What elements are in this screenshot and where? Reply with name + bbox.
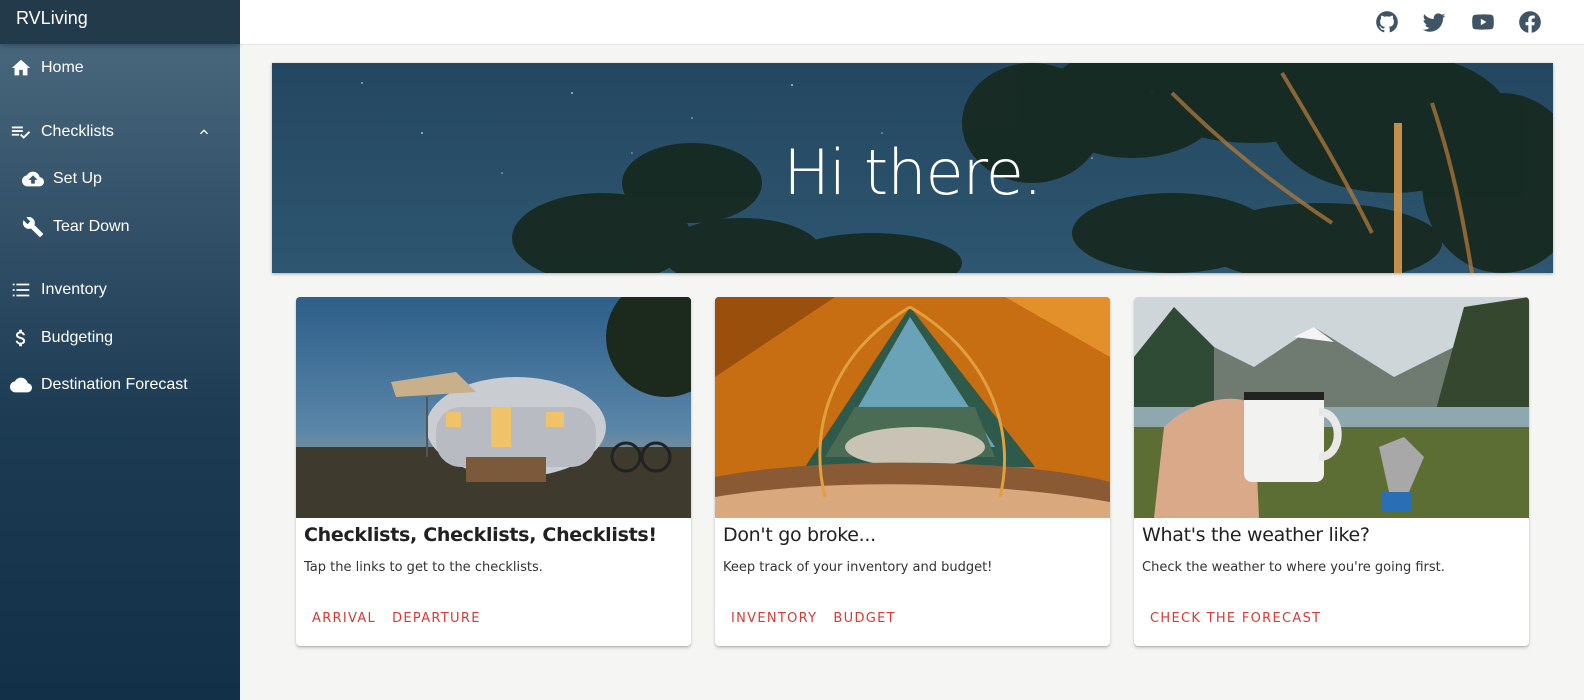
- cloud-upload-icon: [21, 167, 45, 191]
- sidebar-item-inventory[interactable]: Inventory: [0, 270, 240, 310]
- sidebar: RVLiving Home Checklists Set Up Tear Dow…: [0, 0, 240, 700]
- sidebar-item-destination-forecast[interactable]: Destination Forecast: [0, 365, 240, 405]
- sidebar-item-label: Checklists: [41, 123, 114, 140]
- card-title: What's the weather like?: [1142, 524, 1370, 546]
- card-actions: ARRIVAL DEPARTURE: [304, 605, 489, 632]
- youtube-icon[interactable]: [1469, 8, 1497, 36]
- mountain-coffee-image: [1134, 297, 1529, 518]
- sidebar-item-set-up[interactable]: Set Up: [0, 159, 240, 199]
- github-icon[interactable]: [1373, 8, 1401, 36]
- playlist-check-icon: [9, 120, 33, 144]
- twitter-icon[interactable]: [1420, 8, 1448, 36]
- list-icon: [9, 278, 33, 302]
- card-actions: INVENTORY BUDGET: [723, 605, 904, 632]
- card-text: Check the weather to where you're going …: [1142, 560, 1445, 575]
- chevron-up-icon[interactable]: [196, 124, 212, 140]
- cloud-icon: [9, 373, 33, 397]
- camper-trailer-image: [296, 297, 691, 518]
- card-actions: CHECK THE FORECAST: [1142, 605, 1329, 632]
- sidebar-item-label: Budgeting: [41, 329, 114, 346]
- card-text: Tap the links to get to the checklists.: [304, 560, 543, 575]
- tent-view-image: [715, 297, 1110, 518]
- wrench-icon: [21, 215, 45, 239]
- app-title: RVLiving: [0, 0, 240, 44]
- inventory-button[interactable]: INVENTORY: [723, 605, 825, 632]
- sidebar-item-tear-down[interactable]: Tear Down: [0, 207, 240, 247]
- check-forecast-button[interactable]: CHECK THE FORECAST: [1142, 605, 1329, 632]
- hero-title: Hi there.: [783, 135, 1042, 209]
- sidebar-item-checklists[interactable]: Checklists: [0, 112, 240, 152]
- budget-button[interactable]: BUDGET: [825, 605, 903, 632]
- sidebar-item-label: Inventory: [41, 281, 107, 298]
- card-checklists: Checklists, Checklists, Checklists! Tap …: [296, 297, 691, 646]
- card-budget: Don't go broke... Keep track of your inv…: [715, 297, 1110, 646]
- home-icon: [9, 56, 33, 80]
- sidebar-item-label: Destination Forecast: [41, 376, 188, 393]
- card-weather: What's the weather like? Check the weath…: [1134, 297, 1529, 646]
- sidebar-item-label: Home: [41, 59, 84, 76]
- card-title: Checklists, Checklists, Checklists!: [304, 524, 657, 546]
- dollar-icon: [9, 326, 33, 350]
- arrival-button[interactable]: ARRIVAL: [304, 605, 384, 632]
- sidebar-item-label: Set Up: [53, 170, 102, 187]
- card-text: Keep track of your inventory and budget!: [723, 560, 993, 575]
- sidebar-item-label: Tear Down: [53, 218, 130, 235]
- top-app-bar: [240, 0, 1584, 45]
- card-title: Don't go broke...: [723, 524, 876, 546]
- departure-button[interactable]: DEPARTURE: [384, 605, 489, 632]
- sidebar-item-home[interactable]: Home: [0, 48, 240, 88]
- hero-banner: Hi there.: [272, 63, 1553, 273]
- sidebar-item-budgeting[interactable]: Budgeting: [0, 318, 240, 358]
- facebook-icon[interactable]: [1516, 8, 1544, 36]
